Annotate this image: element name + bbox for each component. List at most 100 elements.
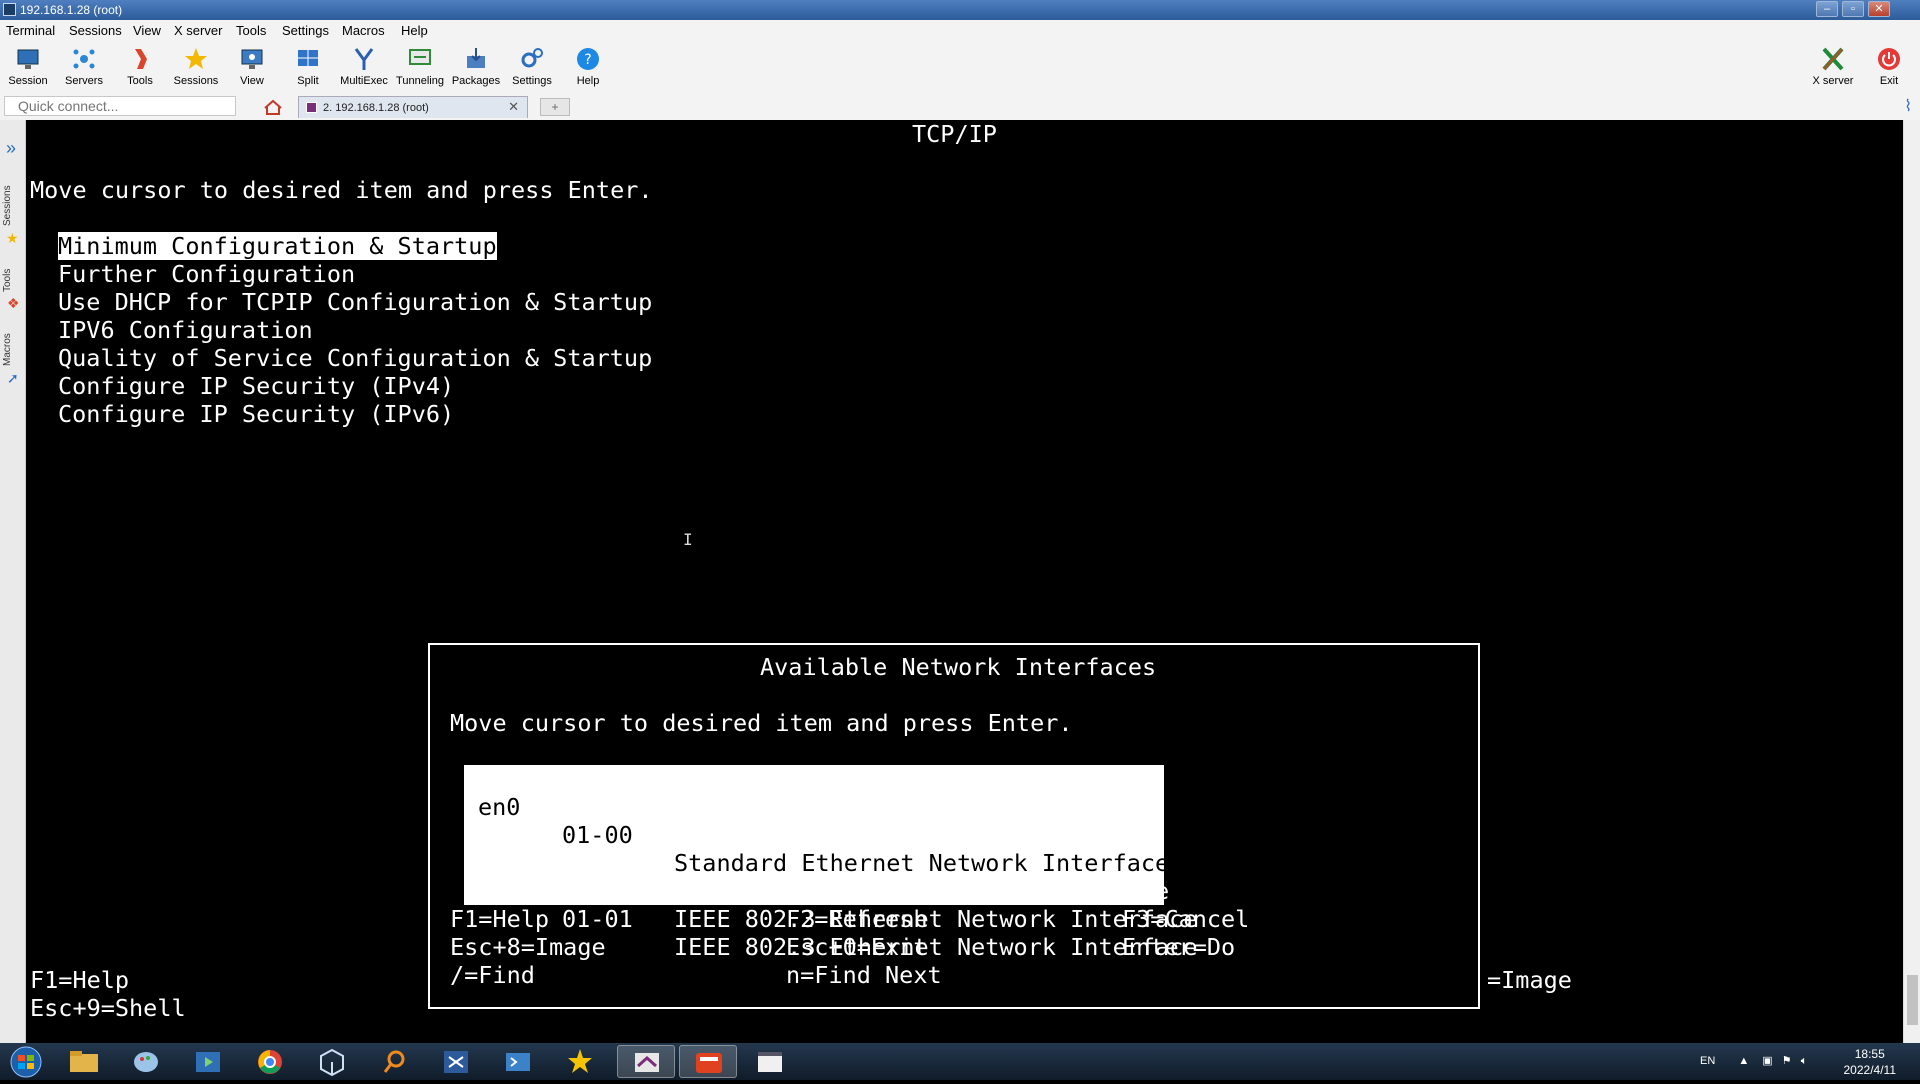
taskbar-app-star[interactable] [551, 1045, 609, 1078]
taskbar-mobaxterm[interactable] [617, 1045, 675, 1078]
key-enter-do[interactable]: Enter=Do [1122, 933, 1235, 961]
new-tab-button[interactable]: + [540, 98, 570, 116]
menu-view[interactable]: View [133, 23, 161, 38]
key-f1-help[interactable]: F1=Help [450, 905, 549, 933]
servers-icon [73, 49, 95, 69]
taskbar-app-red[interactable] [679, 1045, 737, 1078]
close-window-button[interactable]: ✕ [1868, 1, 1890, 17]
packages-icon [467, 48, 485, 68]
terminal-tab-icon [306, 102, 317, 113]
taskbar-search-tool[interactable] [365, 1045, 423, 1078]
attachment-icon[interactable]: ⌇ [1904, 96, 1912, 116]
packages-button[interactable]: Packages [449, 44, 503, 87]
menu-item-dhcp[interactable]: Use DHCP for TCPIP Configuration & Start… [58, 288, 652, 316]
taskbar-clock[interactable]: 18:55 2022/4/11 [1844, 1046, 1897, 1078]
menu-item-further-config[interactable]: Further Configuration [58, 260, 355, 288]
flag-icon[interactable]: ⚑ [1782, 1055, 1792, 1067]
network-interfaces-dialog: Available Network Interfaces Move cursor… [428, 643, 1480, 1009]
split-icon [298, 50, 318, 66]
multiexec-button[interactable]: MultiExec [337, 44, 391, 87]
volume-icon[interactable]: 🔈︎ [1801, 1055, 1808, 1067]
tools-icon: ❖ [7, 295, 20, 311]
language-indicator[interactable]: EN [1700, 1055, 1715, 1067]
clock-date: 2022/4/11 [1843, 1063, 1897, 1077]
footer-esc9-shell[interactable]: Esc+9=Shell [30, 994, 186, 1022]
key-esc8-image[interactable]: Esc+8=Image [450, 933, 606, 961]
taskbar-chrome[interactable] [241, 1045, 299, 1078]
exit-button[interactable]: Exit [1862, 44, 1916, 87]
tools-button[interactable]: Tools [113, 44, 167, 87]
key-find[interactable]: /=Find [450, 961, 535, 989]
expand-sidebar-icon[interactable]: » [6, 138, 16, 159]
key-f3-cancel[interactable]: F3=Cancel [1122, 905, 1249, 933]
taskbar-app-console[interactable] [489, 1045, 547, 1078]
menu-item-ipv6[interactable]: IPV6 Configuration [58, 316, 313, 344]
start-button[interactable] [0, 1045, 52, 1078]
window-app-icon [758, 1052, 782, 1072]
menu-x-server[interactable]: X server [174, 23, 222, 38]
taskbar-media-player[interactable] [179, 1045, 237, 1078]
taskbar-app-code[interactable] [427, 1045, 485, 1078]
tray-expand-icon[interactable]: ▲ [1738, 1055, 1749, 1067]
menu-tools[interactable]: Tools [236, 23, 266, 38]
view-icon [241, 49, 263, 69]
star-icon [185, 48, 207, 69]
clock-time: 18:55 [1854, 1047, 1885, 1061]
menu-item-ipsec-ipv6[interactable]: Configure IP Security (IPv6) [58, 400, 454, 428]
menu-settings[interactable]: Settings [282, 23, 329, 38]
servers-button[interactable]: Servers [57, 44, 111, 87]
taskbar: EN ▲ ▣ ⚑ 🔈︎ 18:55 2022/4/11 [0, 1043, 1920, 1080]
maximize-button[interactable]: ▫ [1842, 1, 1864, 17]
menu-bar: Terminal Sessions View X server Tools Se… [0, 20, 1920, 42]
sidebar-tab-tools[interactable]: Tools [2, 260, 24, 300]
key-find-next[interactable]: n=Find Next [786, 961, 942, 989]
power-icon [1878, 48, 1900, 70]
x-server-button[interactable]: X server [1806, 44, 1860, 87]
footer-f1-help[interactable]: F1=Help [30, 966, 129, 994]
key-f2-refresh[interactable]: F2=Refresh [786, 905, 927, 933]
menu-item-ipsec-ipv4[interactable]: Configure IP Security (IPv4) [58, 372, 454, 400]
taskbar-app-window[interactable] [741, 1045, 799, 1078]
tunneling-button[interactable]: Tunneling [393, 44, 447, 87]
tools-icon [135, 49, 147, 69]
session-button[interactable]: Session [1, 44, 55, 87]
text-cursor-icon: I [683, 530, 693, 549]
sidebar-tab-macros[interactable]: Macros [2, 325, 24, 375]
taskbar-app-paint[interactable] [117, 1045, 175, 1078]
star-icon: ★ [6, 230, 19, 246]
menu-sessions[interactable]: Sessions [69, 23, 122, 38]
menu-terminal[interactable]: Terminal [6, 23, 55, 38]
terminal-screen[interactable]: TCP/IP Move cursor to desired item and p… [27, 120, 1903, 1043]
side-panel: » Sessions ★ Tools ❖ Macros ➚ [0, 120, 26, 1043]
network-icon[interactable]: ▣ [1762, 1055, 1772, 1067]
menu-item-qos[interactable]: Quality of Service Configuration & Start… [58, 344, 652, 372]
close-tab-icon[interactable]: ✕ [508, 99, 519, 115]
sidebar-tab-sessions[interactable]: Sessions [2, 178, 24, 234]
sessions-button[interactable]: Sessions [169, 44, 223, 87]
split-button[interactable]: Split [281, 44, 335, 87]
tab-session-192-168-1-28[interactable]: 2. 192.168.1.28 (root) ✕ [298, 96, 528, 118]
dialog-title: Available Network Interfaces [760, 653, 1157, 681]
terminal-scrollbar[interactable] [1903, 120, 1920, 1043]
menu-help[interactable]: Help [401, 23, 428, 38]
taskbar-explorer[interactable] [55, 1045, 113, 1078]
quick-connect-input[interactable] [4, 96, 236, 116]
view-button[interactable]: View [225, 44, 279, 87]
minimize-button[interactable]: – [1816, 1, 1838, 17]
menu-item-minimum-config[interactable]: Minimum Configuration & Startup [58, 232, 497, 260]
code-editor-icon [444, 1051, 468, 1073]
home-icon [264, 99, 282, 115]
settings-button[interactable]: Settings [505, 44, 559, 87]
toolbar: Session Servers Tools Sessions View Spli… [0, 42, 1920, 92]
console-icon [506, 1053, 530, 1071]
search-icon [383, 1050, 405, 1073]
window-titlebar: 192.168.1.28 (root) – ▫ ✕ [0, 0, 1920, 20]
home-tab[interactable] [256, 96, 290, 118]
scrollbar-thumb[interactable] [1907, 975, 1918, 1025]
star-icon [568, 1049, 592, 1073]
dialog-prompt: Move cursor to desired item and press En… [450, 709, 1073, 737]
help-button[interactable]: ? Help [561, 44, 615, 87]
menu-macros[interactable]: Macros [342, 23, 385, 38]
taskbar-virtualbox[interactable] [303, 1045, 361, 1078]
key-esc0-exit[interactable]: Esc+0=Exit [786, 933, 927, 961]
